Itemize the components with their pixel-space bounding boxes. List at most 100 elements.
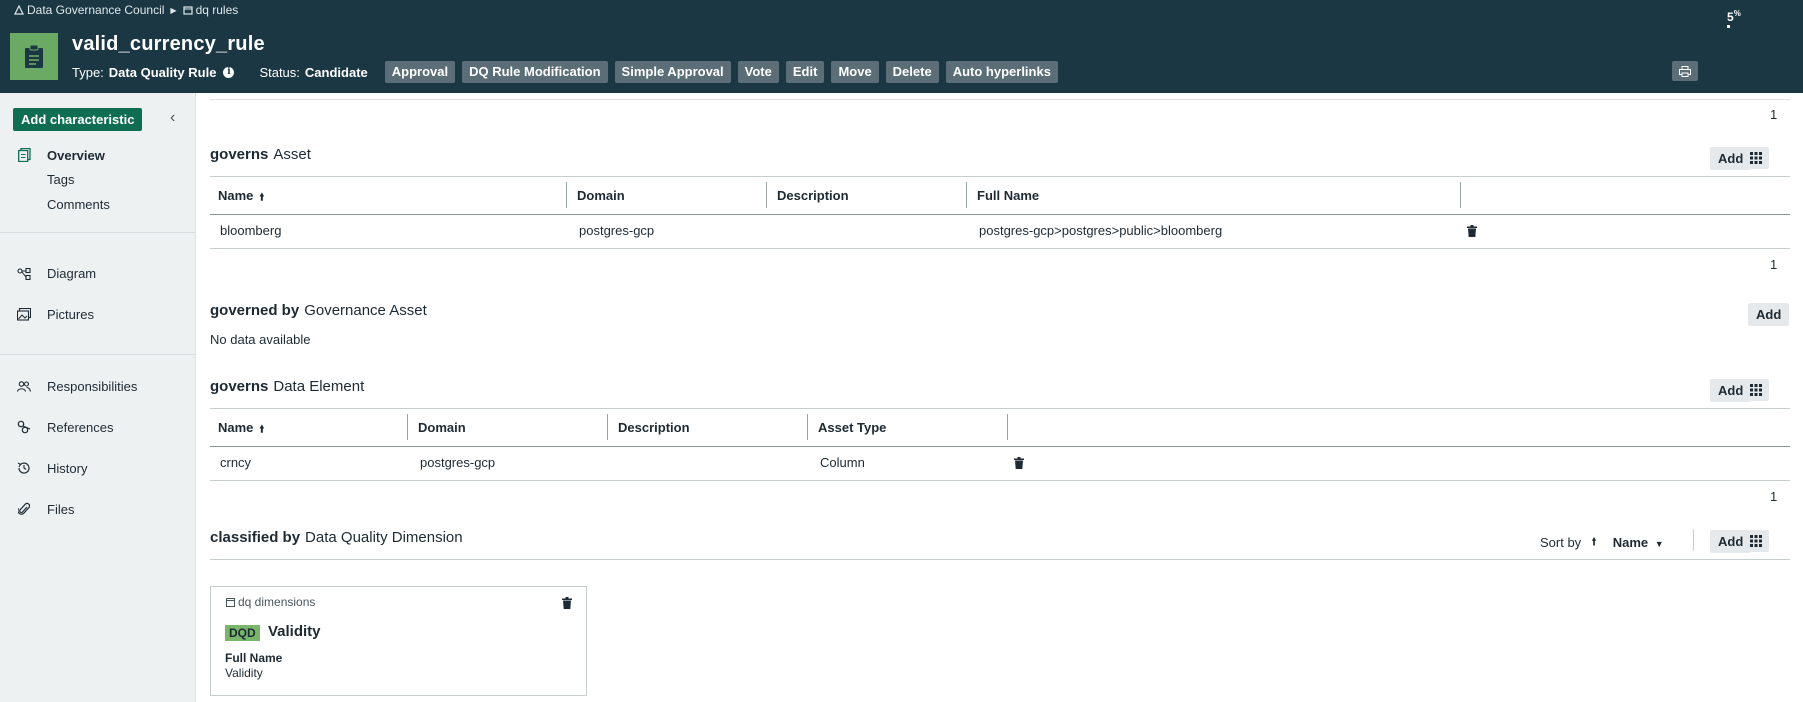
section-title-governs-data-element: governs Data Element — [210, 378, 365, 395]
sort-by-label: Sort by — [1540, 535, 1582, 550]
auto-hyperlinks-button[interactable]: Auto hyperlinks — [945, 61, 1058, 83]
main-content: 1 governs Asset Add Name 🠙 Domain Descript… — [197, 93, 1803, 702]
column-separator[interactable] — [966, 182, 967, 208]
column-header-name[interactable]: Name 🠙 — [218, 188, 264, 207]
element-name-link[interactable]: crncy — [220, 455, 251, 470]
asset-name-link[interactable]: bloomberg — [220, 223, 281, 238]
pagination-page[interactable]: 1 — [1770, 257, 1777, 272]
sidebar: Add characteristic ‹ Overview Tags Comme… — [0, 93, 196, 702]
breadcrumb-domain[interactable]: dq rules — [182, 3, 238, 17]
dq-rule-modification-button[interactable]: DQ Rule Modification — [462, 61, 608, 83]
status-label: Status: — [259, 64, 300, 80]
element-domain-link[interactable]: postgres-gcp — [420, 455, 495, 470]
page-title: valid_currency_rule — [72, 33, 265, 55]
table-top-border — [210, 408, 1790, 409]
asset-type-badge: DQD — [225, 625, 260, 641]
element-asset-type: Column — [820, 455, 865, 470]
domain-icon — [226, 598, 235, 607]
dimension-card[interactable]: dq dimensions DQD Validity Full Name Val… — [210, 586, 587, 696]
overview-icon — [17, 148, 31, 162]
print-button[interactable] — [1672, 61, 1698, 81]
sidebar-divider — [0, 232, 196, 233]
column-separator[interactable] — [407, 414, 408, 440]
community-icon — [14, 5, 24, 15]
column-header-full-name[interactable]: Full Name — [977, 188, 1039, 203]
table-header-border — [210, 214, 1790, 215]
add-characteristic-button[interactable]: Add characteristic — [13, 108, 143, 131]
status-value: Candidate — [304, 64, 368, 80]
move-button[interactable]: Move — [831, 61, 879, 83]
diagram-icon — [17, 267, 31, 281]
history-icon — [17, 461, 31, 475]
collapse-sidebar-icon[interactable]: ‹ — [170, 109, 175, 127]
approval-button[interactable]: Approval — [384, 61, 456, 83]
info-icon[interactable]: i — [223, 66, 235, 78]
sort-ascending-icon[interactable]: 🠙 — [259, 192, 264, 203]
column-separator[interactable] — [766, 182, 767, 208]
card-field-value: Validity — [225, 666, 263, 680]
add-governance-asset-button[interactable]: Add — [1748, 303, 1790, 326]
asset-domain-link[interactable]: postgres-gcp — [579, 223, 654, 238]
column-header-domain[interactable]: Domain — [577, 188, 625, 203]
table-bottom-border — [210, 248, 1790, 249]
workflow-actions: Approval DQ Rule Modification Simple App… — [384, 61, 1058, 83]
pagination-page[interactable]: 1 — [1770, 489, 1777, 504]
column-header-name[interactable]: Name 🠙 — [218, 420, 264, 439]
column-separator[interactable] — [566, 182, 567, 208]
data-quality-rule-icon — [10, 33, 58, 80]
grid-icon — [1750, 384, 1762, 396]
column-header-description[interactable]: Description — [777, 188, 849, 203]
toolbar-separator — [1693, 529, 1694, 551]
caret-down-icon[interactable]: ▼ — [1655, 539, 1664, 549]
print-icon — [1679, 65, 1691, 77]
pictures-icon — [17, 307, 31, 321]
simple-approval-button[interactable]: Simple Approval — [614, 61, 731, 83]
asset-header: Data Governance Council ▶ dq rules 5% va… — [0, 0, 1803, 93]
grid-view-button[interactable] — [1743, 147, 1769, 169]
trash-icon[interactable] — [1014, 456, 1024, 474]
asset-meta: Type: Data Quality Rule i Status: Candid… — [72, 61, 1058, 83]
card-field-label: Full Name — [225, 651, 283, 665]
grid-view-button[interactable] — [1743, 530, 1769, 552]
progress-dot — [1727, 25, 1730, 28]
trash-icon[interactable] — [1467, 224, 1477, 242]
column-separator[interactable] — [607, 414, 608, 440]
domain-icon — [182, 6, 193, 15]
section-divider — [210, 559, 1790, 560]
delete-button[interactable]: Delete — [885, 61, 939, 83]
paperclip-icon — [17, 502, 31, 516]
trash-icon[interactable] — [562, 596, 572, 614]
chevron-right-icon: ▶ — [170, 5, 177, 15]
grid-icon — [1750, 535, 1762, 547]
column-header-description[interactable]: Description — [618, 420, 690, 435]
sort-field-dropdown[interactable]: Name ▼ — [1613, 535, 1664, 550]
vote-button[interactable]: Vote — [737, 61, 779, 83]
sort-ascending-icon[interactable]: 🠙 — [259, 424, 264, 435]
table-header-border — [210, 446, 1790, 447]
progress-indicator[interactable]: 5% — [1727, 9, 1741, 24]
card-title-link[interactable]: Validity — [268, 623, 321, 640]
breadcrumb: Data Governance Council ▶ dq rules — [14, 3, 238, 17]
column-separator[interactable] — [1460, 182, 1461, 208]
column-header-asset-type[interactable]: Asset Type — [818, 420, 886, 435]
section-title-governed-by: governed by Governance Asset — [210, 302, 427, 319]
edit-button[interactable]: Edit — [785, 61, 825, 83]
grid-view-button[interactable] — [1743, 379, 1769, 401]
column-header-domain[interactable]: Domain — [418, 420, 466, 435]
breadcrumb-community[interactable]: Data Governance Council — [14, 3, 164, 17]
pagination-page[interactable]: 1 — [1770, 107, 1777, 122]
type-value: Data Quality Rule — [108, 64, 217, 80]
empty-state-text: No data available — [210, 332, 311, 347]
column-separator[interactable] — [807, 414, 808, 440]
section-title-classified-by: classified by Data Quality Dimension — [210, 529, 463, 546]
grid-icon — [1750, 152, 1762, 164]
people-icon — [17, 379, 31, 393]
sort-control: Sort by 🠙 Name ▼ — [1540, 533, 1664, 552]
section-divider — [210, 99, 1790, 100]
column-separator[interactable] — [1007, 414, 1008, 440]
references-icon — [17, 420, 31, 434]
sidebar-divider — [0, 354, 196, 355]
card-domain[interactable]: dq dimensions — [226, 595, 315, 609]
asset-full-name: postgres-gcp>postgres>public>bloomberg — [979, 223, 1223, 238]
sort-direction-icon[interactable]: 🠙 — [1591, 533, 1597, 552]
